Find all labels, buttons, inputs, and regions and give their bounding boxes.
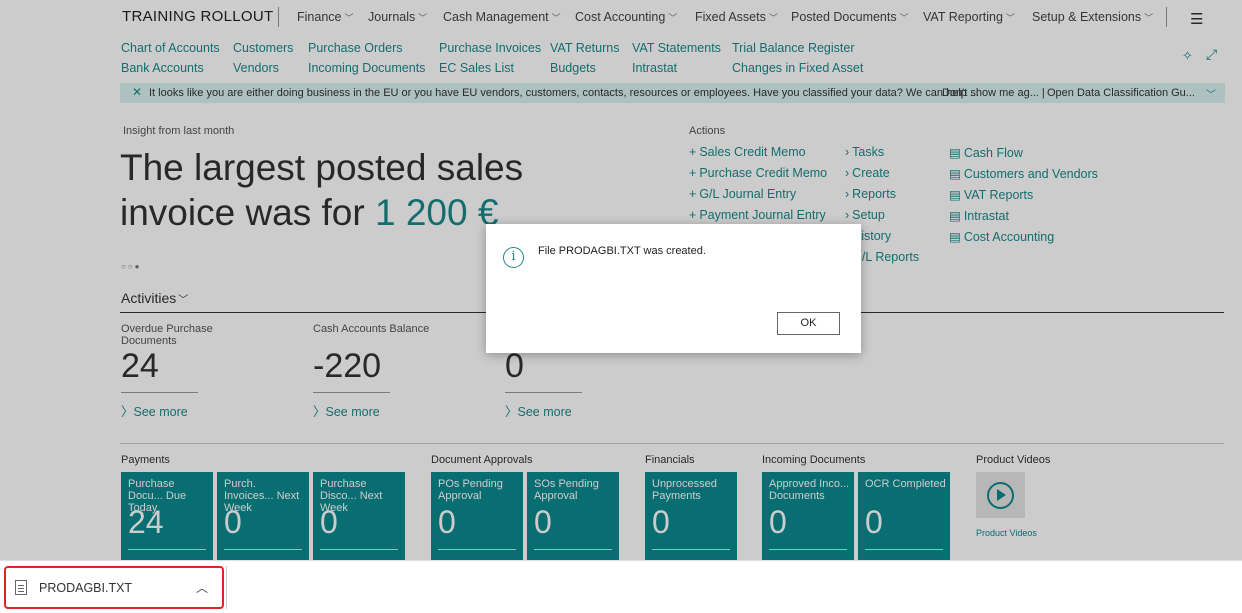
ok-button[interactable]: OK [777,312,840,335]
info-icon: i [503,247,524,268]
downloads-divider [226,566,227,609]
downloads-bar: PRODAGBI.TXT ︿ [0,560,1242,613]
dialog-message: File PRODAGBI.TXT was created. [538,245,706,257]
chevron-up-icon[interactable]: ︿ [196,579,208,596]
business-central-page: TRAINING ROLLOUT Finance ﹀ Journals ﹀ Cash… [0,0,1242,560]
file-icon [15,580,27,595]
message-dialog: i File PRODAGBI.TXT was created. OK [486,224,861,353]
download-filename: PRODAGBI.TXT [39,581,133,595]
download-item[interactable]: PRODAGBI.TXT ︿ [4,566,224,609]
